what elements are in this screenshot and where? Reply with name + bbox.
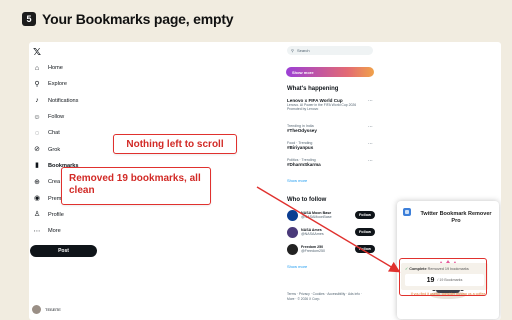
- search-icon: ⚲: [34, 80, 40, 88]
- avatar: [287, 226, 298, 238]
- search-icon: ⚲: [291, 48, 294, 53]
- sidebar-item-label: More: [48, 228, 61, 235]
- sidebar-item-home[interactable]: ⌂ Home: [31, 60, 111, 76]
- step-header: 5 Your Bookmarks page, empty: [22, 9, 234, 29]
- follow-button[interactable]: Follow: [355, 245, 375, 253]
- sidebar-item-chat[interactable]: ◌ Chat: [31, 125, 111, 141]
- sidebar-item-explore[interactable]: ⚲ Explore: [31, 76, 111, 92]
- search-input[interactable]: ⚲ Search: [287, 46, 373, 55]
- extension-logo-icon: [403, 208, 411, 216]
- follow-show-more-link[interactable]: Show more: [287, 264, 307, 269]
- extension-title: Twitter Bookmark Remover Pro: [420, 211, 492, 224]
- sidebar-item-label: Profile: [48, 211, 64, 218]
- sidebar-item-label: Prem: [48, 195, 62, 202]
- avatar: [32, 305, 41, 314]
- sidebar-item-label: Home: [48, 65, 63, 72]
- grok-icon: ⊘: [34, 146, 40, 154]
- sidebar-item-more[interactable]: ⋯ More: [31, 223, 111, 239]
- more-options-icon[interactable]: ⋯: [368, 141, 373, 147]
- trend-name: #TheOdyssey: [287, 128, 317, 133]
- create-icon: ⊕: [34, 178, 40, 186]
- follow-suggestion[interactable]: NASA Ames @NASAAmes Follow: [287, 224, 375, 240]
- footer-links[interactable]: Terms · Privacy · Cookies · Accessibilit…: [287, 292, 369, 302]
- follow-suggestion[interactable]: NASA Moon Base @NASAMoonBase Follow: [287, 207, 375, 223]
- who-to-follow-title: Who to follow: [287, 197, 327, 203]
- account-name: ТЕБЕПЕ: [45, 307, 61, 312]
- step-number-badge: 5: [22, 12, 36, 26]
- more-options-icon[interactable]: ⋯: [368, 124, 373, 130]
- chat-icon: ◌: [34, 129, 40, 137]
- sidebar-item-label: Grok: [48, 146, 61, 153]
- trend-name: #Biriyanpus: [287, 145, 314, 150]
- trend-name: #DharmSkarma: [287, 162, 321, 167]
- highlight-box: [399, 258, 487, 296]
- sidebar-item-label: Crea: [48, 179, 61, 186]
- sidebar-nav: ⌂ Home ⚲ Explore ♪ Notifications ☺ Follo…: [31, 60, 111, 239]
- search-placeholder: Search: [296, 48, 310, 53]
- follow-button[interactable]: Follow: [355, 228, 375, 236]
- follow-suggestion[interactable]: Freedom 250 @Freedom250 Follow: [287, 241, 375, 257]
- sidebar-item-label: Notifications: [48, 97, 79, 104]
- sidebar-item-follow[interactable]: ☺ Follow: [31, 109, 111, 125]
- follow-button[interactable]: Follow: [355, 211, 375, 219]
- trend-item[interactable]: Politics · Trending #DharmSkarma ⋯: [287, 158, 373, 167]
- avatar: [287, 209, 298, 221]
- sidebar-item-profile[interactable]: ♙ Profile: [31, 207, 111, 223]
- trend-item[interactable]: Trending in India #TheOdyssey ⋯: [287, 124, 373, 133]
- premium-show-more-button[interactable]: Show more: [286, 67, 374, 77]
- follow-icon: ☺: [33, 113, 41, 121]
- trend-item[interactable]: Lenovo x FIFA World Cup Lenovo. AI Power…: [287, 98, 373, 111]
- trends-show-more-link[interactable]: Show more: [287, 178, 307, 183]
- sidebar-item-grok[interactable]: ⊘ Grok: [31, 141, 111, 157]
- premium-icon: ◉: [33, 195, 41, 203]
- follow-handle: @Freedom250: [301, 249, 326, 253]
- more-icon: ⋯: [33, 227, 41, 235]
- follow-handle: @NASAAmes: [301, 232, 324, 236]
- follow-handle: @NASAMoonBase: [301, 215, 332, 219]
- bell-icon: ♪: [35, 97, 39, 105]
- sidebar-item-notifications[interactable]: ♪ Notifications: [31, 93, 111, 109]
- callout-removed-bookmarks: Removed 19 bookmarks, all clean: [61, 167, 211, 205]
- post-button[interactable]: Post: [30, 245, 97, 257]
- more-options-icon[interactable]: ⋯: [368, 98, 373, 104]
- x-logo-icon[interactable]: 𝕏: [33, 47, 41, 58]
- page-title: Your Bookmarks page, empty: [42, 11, 234, 27]
- profile-icon: ♙: [33, 211, 41, 219]
- callout-nothing-to-scroll: Nothing left to scroll: [113, 134, 237, 154]
- sidebar-item-label: Chat: [48, 130, 60, 137]
- more-options-icon[interactable]: ⋯: [368, 158, 373, 164]
- home-icon: ⌂: [34, 64, 40, 72]
- sidebar-item-label: Follow: [48, 114, 65, 121]
- account-switcher[interactable]: ТЕБЕПЕ: [32, 305, 61, 314]
- whats-happening-title: What's happening: [287, 86, 339, 92]
- sidebar-item-label: Explore: [48, 81, 67, 88]
- bookmark-icon: ▮: [35, 162, 39, 170]
- avatar: [287, 243, 298, 255]
- trend-promoted: Promoted by Lenovo: [287, 107, 319, 111]
- trend-item[interactable]: Food · Trending #Biriyanpus ⋯: [287, 141, 373, 150]
